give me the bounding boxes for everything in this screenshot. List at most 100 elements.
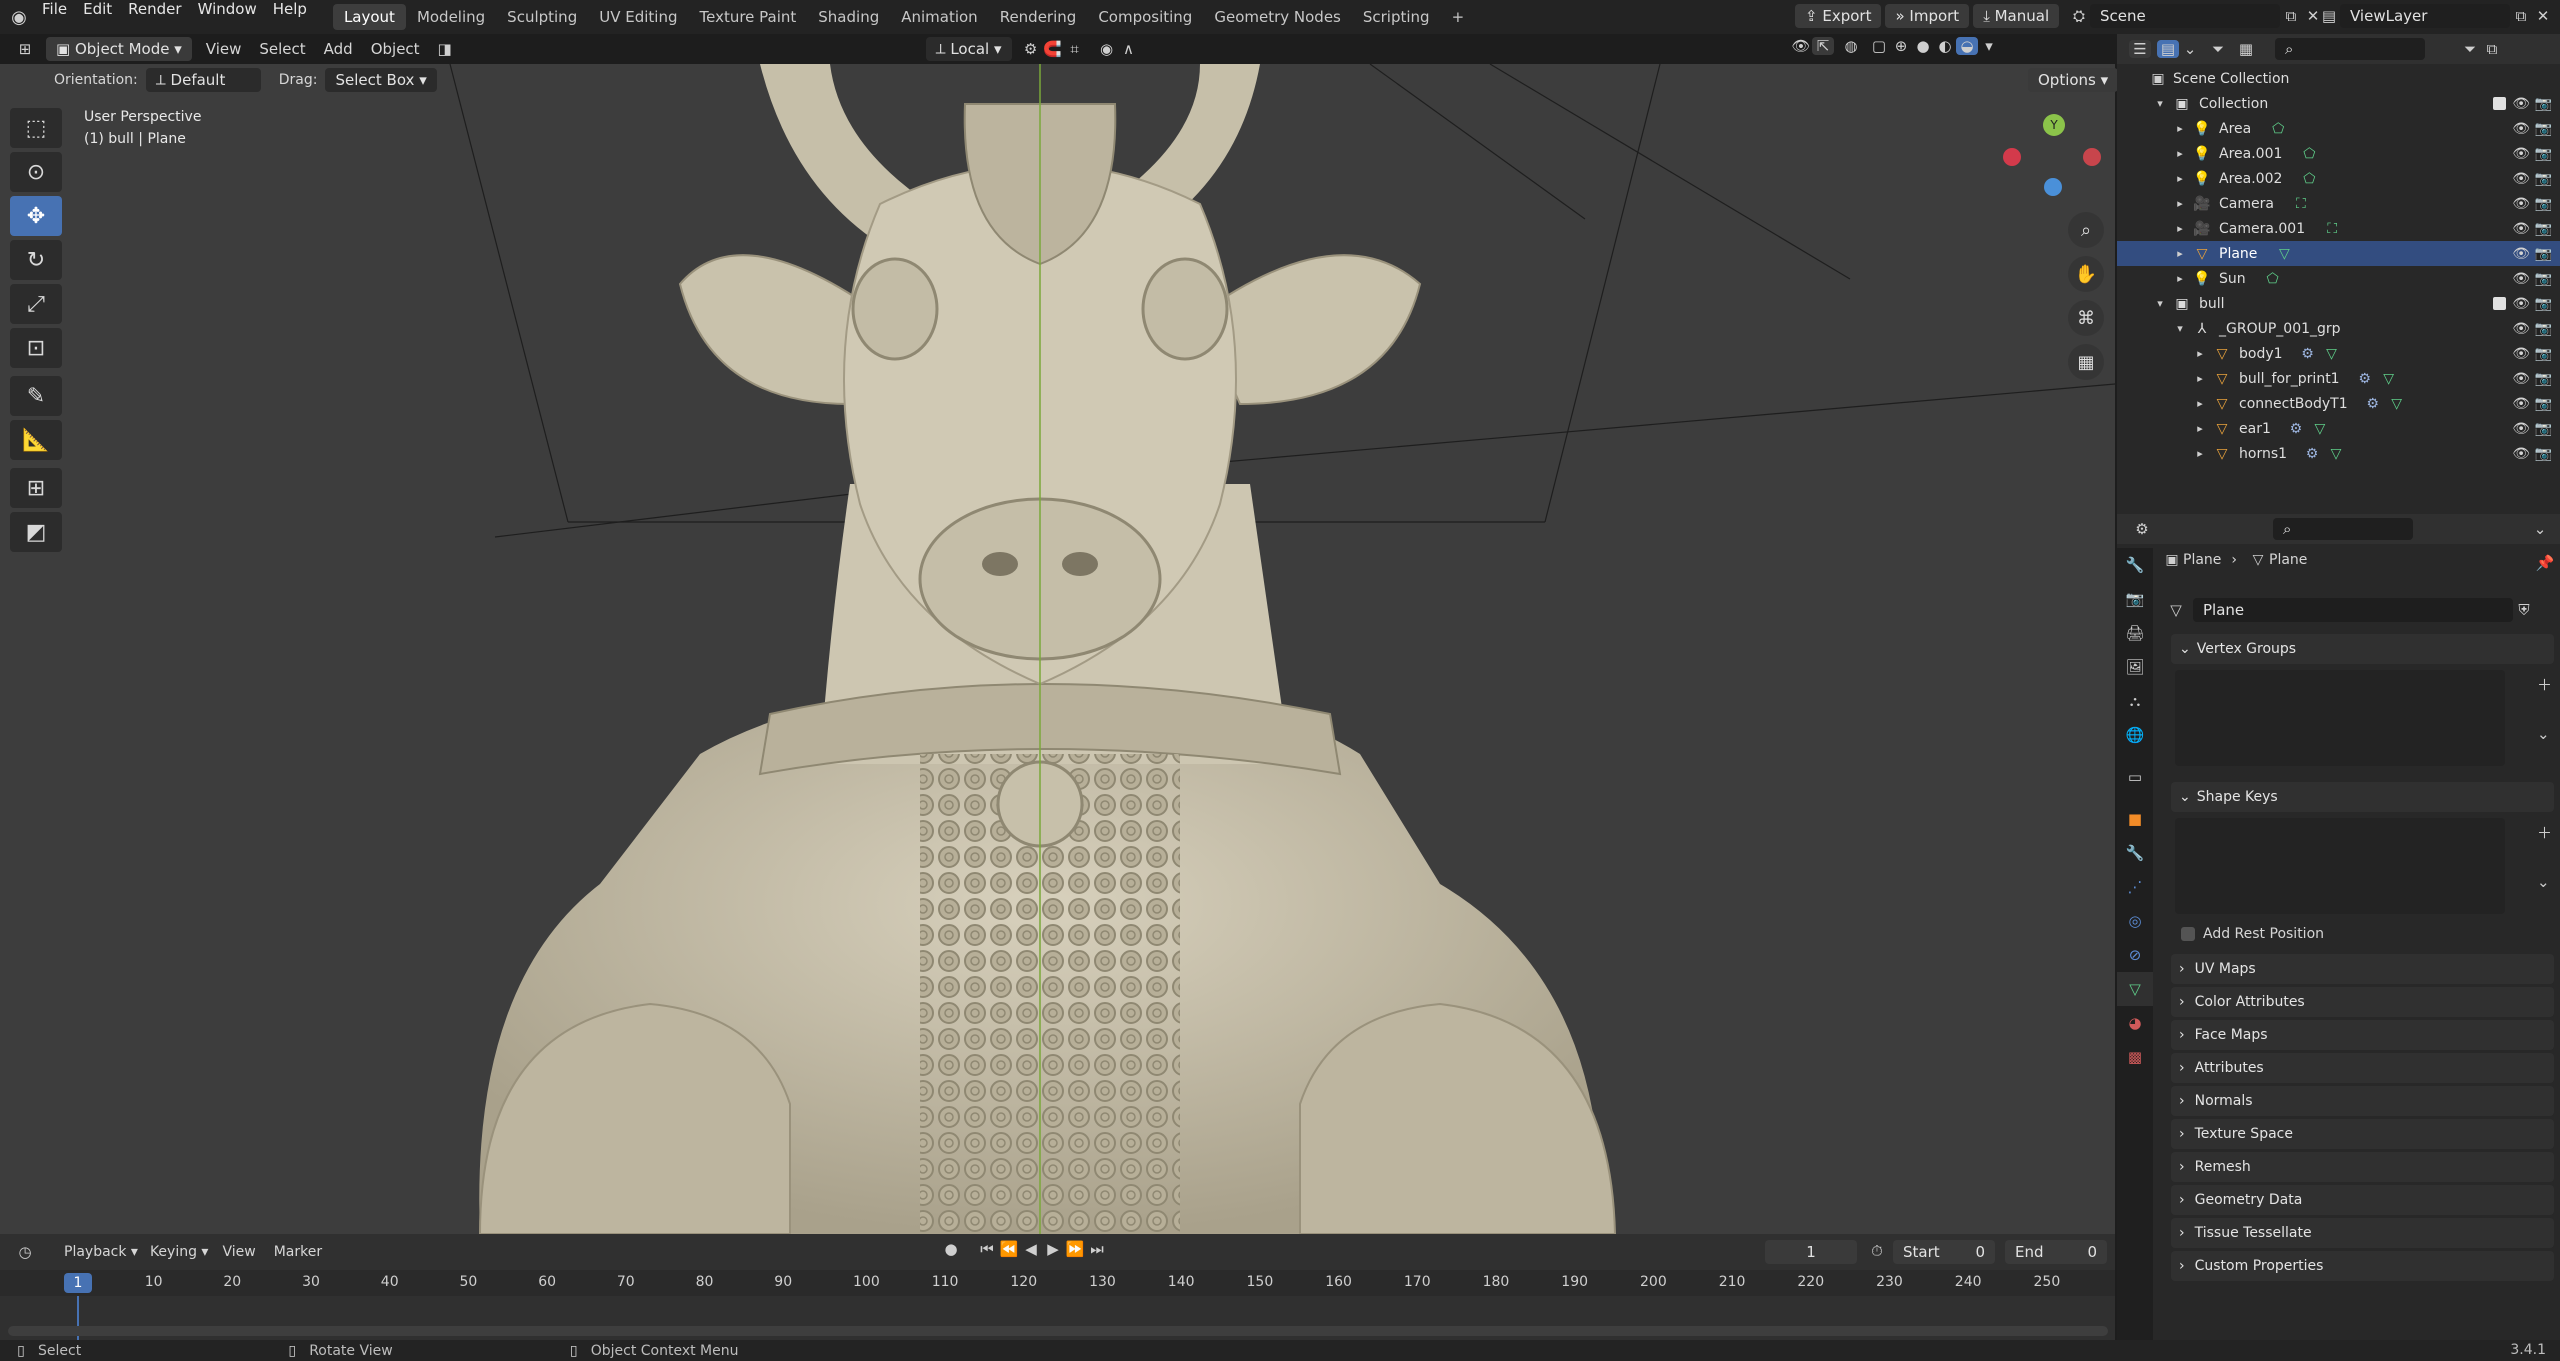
datablock-name-field[interactable]: Plane (2193, 598, 2513, 622)
expand-arrow-icon[interactable]: ▾ (2149, 97, 2171, 110)
constraints-tab-icon[interactable]: ⊘ (2117, 938, 2153, 972)
tab-texture-paint[interactable]: Texture Paint (688, 4, 807, 30)
jump-end-icon[interactable]: ⏭ (1086, 1240, 1108, 1258)
record-icon[interactable]: ● (940, 1240, 962, 1258)
exclude-checkbox[interactable] (2493, 97, 2506, 110)
menu-edit[interactable]: Edit (75, 0, 120, 34)
shape-keys-list[interactable] (2175, 818, 2505, 914)
render-camera-icon[interactable]: 📷 (2535, 146, 2552, 162)
render-camera-icon[interactable]: 📷 (2535, 121, 2552, 137)
tab-modeling[interactable]: Modeling (406, 4, 496, 30)
material-tab-icon[interactable]: ◕ (2117, 1006, 2153, 1040)
add-workspace-button[interactable]: + (1441, 4, 1476, 30)
rendered-shading-icon[interactable]: ◒ (1956, 37, 1978, 55)
checkbox[interactable] (2181, 927, 2195, 941)
tree-row-body1[interactable]: ▸ ▽ body1 ⚙ ▽ 👁 📷 (2117, 341, 2560, 366)
render-camera-icon[interactable]: 📷 (2535, 196, 2552, 212)
options-button[interactable]: Options ▾ (2028, 68, 2119, 92)
expand-arrow-icon[interactable]: ▸ (2169, 247, 2191, 260)
expand-arrow-icon[interactable]: ▾ (2169, 322, 2191, 335)
grid-view-icon[interactable]: ▦ (2068, 344, 2104, 380)
eye-icon[interactable]: 👁 (2512, 196, 2530, 212)
properties-search-input[interactable]: ⌕ (2273, 518, 2413, 540)
measure-tool-icon[interactable]: 📐 (10, 420, 62, 460)
tab-shading[interactable]: Shading (807, 4, 890, 30)
menu-window[interactable]: Window (190, 0, 265, 34)
eye-icon[interactable]: 👁 (2512, 446, 2530, 462)
render-camera-icon[interactable]: 📷 (2535, 221, 2552, 237)
fake-user-icon[interactable]: ⛨ (2513, 601, 2535, 619)
new-scene-icon[interactable]: ⧉ (2280, 7, 2302, 25)
camera-data-icon[interactable]: ⛶ (2290, 196, 2312, 212)
eye-icon[interactable]: 👁 (2512, 371, 2530, 387)
camera-data-icon[interactable]: ⛶ (2321, 221, 2343, 237)
scene-tab-icon[interactable]: ⛬ (2117, 684, 2153, 718)
expand-arrow-icon[interactable]: ▸ (2189, 447, 2211, 460)
x-axis-handle[interactable] (2003, 148, 2021, 166)
y-axis-handle[interactable]: Y (2043, 114, 2065, 136)
scene-selector[interactable]: ⛭ Scene ⧉ ✕ (2068, 4, 2324, 28)
display-mode-icon[interactable]: ▤ (2157, 40, 2179, 58)
expand-arrow-icon[interactable]: ▾ (2149, 297, 2171, 310)
cursor-tool-icon[interactable]: ⊙ (10, 152, 62, 192)
transform-orientation-dropdown[interactable]: ⟂ Local ▾ (925, 37, 1012, 61)
view-layer-tab-icon[interactable]: 🖼 (2117, 650, 2153, 684)
tree-row-scene-collection[interactable]: ▣ Scene Collection (2117, 66, 2560, 91)
light-data-icon[interactable]: ⬠ (2298, 171, 2320, 187)
tree-row-area[interactable]: ▸ 💡 Area ⬠ 👁 📷 (2117, 116, 2560, 141)
eye-icon[interactable]: 👁 (2512, 396, 2530, 412)
light-data-icon[interactable]: ⬠ (2267, 121, 2289, 137)
modifier-icon[interactable]: ⚙ (2301, 446, 2323, 462)
funnel-icon[interactable]: ⏷ (2459, 40, 2481, 58)
object-tab-icon[interactable]: ■ (2117, 802, 2153, 836)
output-tab-icon[interactable]: 🖨 (2117, 616, 2153, 650)
outliner-editor[interactable]: ☰ ▤ ⌄ ⏷ ▦ ⌕ ⏷ ⧉ ▣ Scene Collection ▾ ▣ Col… (2117, 34, 2560, 514)
panel-remesh[interactable]: › Remesh (2171, 1152, 2554, 1182)
modifier-tab-icon[interactable]: 🔧 (2117, 836, 2153, 870)
mode-dropdown[interactable]: ▣ Object Mode ▾ (46, 37, 192, 61)
menu-select[interactable]: Select (259, 40, 305, 58)
texture-tab-icon[interactable]: ▩ (2117, 1040, 2153, 1074)
play-icon[interactable]: ▶ (1042, 1240, 1064, 1258)
close-icon[interactable]: ✕ (2532, 7, 2554, 25)
editor-type-icon[interactable]: ⊞ (14, 40, 36, 58)
eye-icon[interactable]: 👁 (2512, 421, 2530, 437)
xray-icon[interactable]: ▢ (1868, 37, 1890, 55)
filter-icon[interactable]: ⏷ (2207, 40, 2229, 58)
eye-icon[interactable]: 👁 (2512, 121, 2530, 137)
orientation-dropdown[interactable]: ⟂ Default (145, 68, 261, 92)
tree-row-collection[interactable]: ▾ ▣ Collection 👁 📷 (2117, 91, 2560, 116)
eye-icon[interactable]: 👁 (2512, 146, 2530, 162)
panel-face-maps[interactable]: › Face Maps (2171, 1020, 2554, 1050)
panel-attributes[interactable]: › Attributes (2171, 1053, 2554, 1083)
expand-arrow-icon[interactable]: ▸ (2189, 347, 2211, 360)
mesh-data-icon[interactable]: ▽ (2321, 346, 2343, 362)
pan-hand-icon[interactable]: ✋ (2068, 256, 2104, 292)
panel-vertex-groups[interactable]: ⌄ Vertex Groups (2171, 634, 2554, 664)
zoom-icon[interactable]: ⌕ (2068, 212, 2104, 248)
viewlayer-name-field[interactable]: ViewLayer (2340, 4, 2510, 28)
extrude-tool-icon[interactable]: ◩ (10, 512, 62, 552)
tab-scripting[interactable]: Scripting (1352, 4, 1441, 30)
render-camera-icon[interactable]: 📷 (2535, 446, 2552, 462)
particles-tab-icon[interactable]: ⋰ (2117, 870, 2153, 904)
render-camera-icon[interactable]: 📷 (2535, 321, 2552, 337)
expand-arrow-icon[interactable]: ▸ (2169, 272, 2191, 285)
select-box-tool-icon[interactable]: ⬚ (10, 108, 62, 148)
solid-shading-icon[interactable]: ● (1912, 37, 1934, 55)
next-keyframe-icon[interactable]: ⏩ (1064, 1240, 1086, 1258)
light-data-icon[interactable]: ⬠ (2298, 146, 2320, 162)
frame-ruler[interactable]: 1 10 20 30 40 50 60 70 80 90 100 110 120 130 140 150 16… (0, 1270, 2115, 1296)
navigation-gizmo[interactable]: Y (2000, 114, 2110, 196)
shading-options-icon[interactable]: ▾ (1978, 37, 2000, 55)
eye-icon[interactable]: 👁 (2512, 221, 2530, 237)
modifier-icon[interactable]: ⚙ (2354, 371, 2376, 387)
add-cube-tool-icon[interactable]: ⊞ (10, 468, 62, 508)
play-reverse-icon[interactable]: ◀ (1020, 1240, 1042, 1258)
light-data-icon[interactable]: ⬠ (2262, 271, 2284, 287)
expand-arrow-icon[interactable]: ▸ (2169, 197, 2191, 210)
expand-arrow-icon[interactable]: ▸ (2169, 122, 2191, 135)
modifier-icon[interactable]: ⚙ (2297, 346, 2319, 362)
outliner-search-input[interactable]: ⌕ (2275, 38, 2425, 60)
editor-type-icon[interactable]: ⚙ (2131, 520, 2153, 538)
